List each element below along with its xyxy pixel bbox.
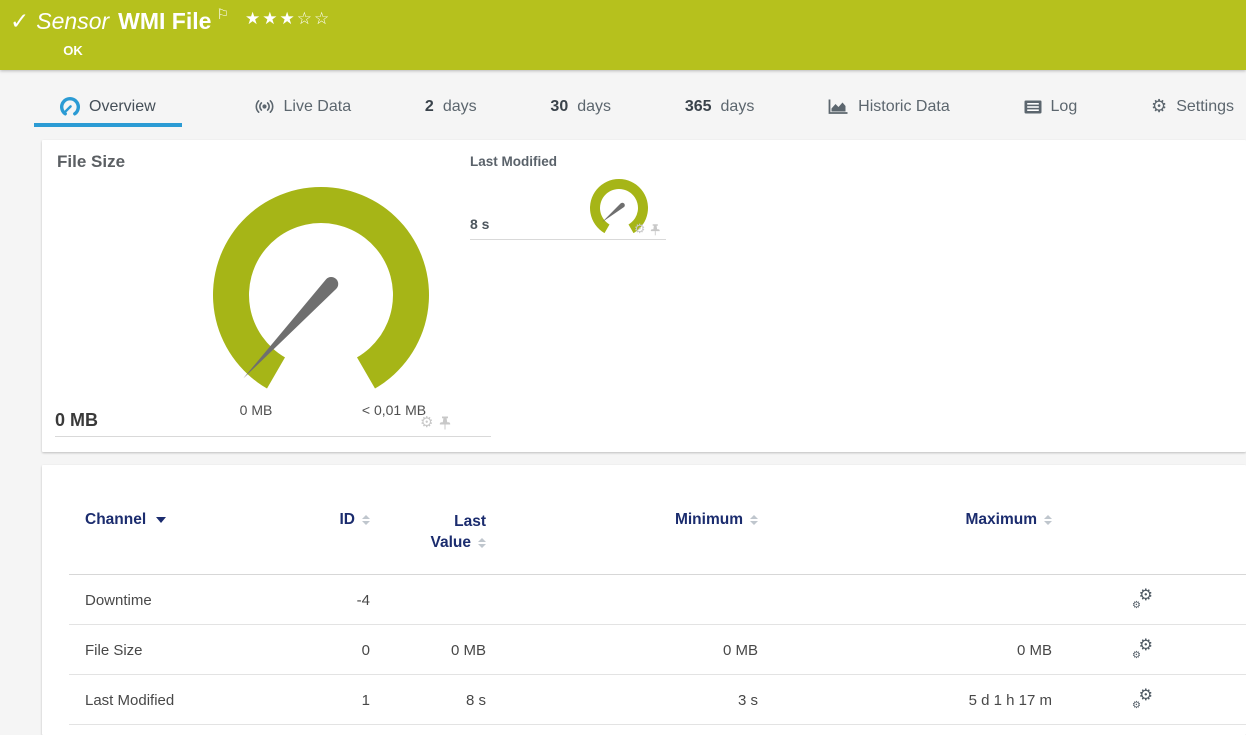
sort-icon[interactable] — [750, 515, 758, 525]
column-label: Minimum — [674, 511, 743, 528]
table-row-downtime: Downtime -4 ⚙ ⚙ — [42, 575, 1246, 625]
channel-minimum: 3 s — [737, 691, 758, 709]
gauges-card: File Size 0 MB < 0,01 MB 0 MB ⚙ Last Mod… — [42, 140, 1246, 452]
tab-historic-data[interactable]: Historic Data — [826, 90, 952, 127]
tab-label: Settings — [1176, 97, 1234, 115]
channel-id: 0 — [361, 641, 370, 659]
sensor-status-badge: OK — [63, 43, 83, 58]
tab-number: 30 — [550, 97, 569, 115]
tab-bar: Overview Live Data 2 days 30 days 365 da… — [0, 70, 1246, 127]
gear-icon[interactable]: ⚙ — [634, 223, 645, 236]
tab-label: days — [720, 97, 755, 115]
tab-log[interactable]: Log — [1022, 90, 1080, 127]
channel-name: Last Modified — [85, 691, 175, 709]
tab-label: Historic Data — [858, 97, 950, 115]
table-row-last-modified: Last Modified 1 8 s 3 s 5 d 1 h 17 m ⚙ ⚙ — [42, 675, 1246, 725]
sensor-kind-label: Sensor — [36, 8, 110, 34]
gauge-needle — [243, 276, 339, 379]
channel-minimum: 0 MB — [722, 641, 758, 659]
channels-card: Channel ID Last Value Minimum Maximum Do… — [42, 465, 1246, 735]
channel-name: Downtime — [85, 591, 152, 609]
pin-icon[interactable] — [439, 416, 451, 430]
column-header-id[interactable]: ID — [292, 511, 372, 529]
tab-30-days[interactable]: 30 days — [548, 90, 613, 127]
table-row-file-size: File Size 0 0 MB 0 MB 0 MB ⚙ ⚙ — [42, 625, 1246, 675]
tab-settings[interactable]: ⚙ Settings — [1149, 90, 1236, 127]
pin-icon[interactable] — [651, 223, 661, 235]
flag-icon[interactable]: ⚐ — [216, 8, 229, 22]
sensor-title: WMI File — [118, 8, 212, 34]
column-label: Channel — [85, 511, 147, 528]
primary-gauge-title: File Size — [57, 152, 126, 171]
column-label: Maximum — [965, 511, 1038, 528]
column-header-last-value[interactable]: Last Value — [372, 511, 488, 553]
log-icon — [1024, 100, 1042, 114]
tab-number: 365 — [684, 97, 712, 115]
column-label: ID — [339, 511, 356, 528]
secondary-gauge-value: 8 s — [470, 216, 490, 232]
tab-live-data[interactable]: Live Data — [252, 90, 354, 127]
channel-settings-gears-icon[interactable]: ⚙ ⚙ — [1131, 587, 1153, 611]
sort-icon[interactable] — [362, 515, 370, 525]
column-header-channel[interactable]: Channel — [42, 511, 292, 529]
gauge-needle — [602, 202, 625, 223]
stars-filled[interactable]: ★★★ — [245, 9, 297, 29]
primary-gauge-value: 0 MB — [55, 410, 99, 430]
channel-id: 1 — [361, 691, 370, 709]
channel-id: -4 — [356, 591, 370, 609]
tab-label: days — [442, 97, 477, 115]
tab-365-days[interactable]: 365 days — [683, 90, 757, 127]
channel-name: File Size — [85, 641, 143, 659]
column-label: Value — [430, 534, 472, 551]
area-chart-icon — [828, 98, 849, 115]
channel-last-value: 8 s — [465, 691, 486, 709]
tab-label: Live Data — [283, 97, 352, 115]
channel-table-header: Channel ID Last Value Minimum Maximum — [42, 465, 1246, 575]
ok-check-icon: ✓ — [10, 9, 30, 35]
channel-last-value: 0 MB — [450, 641, 486, 659]
priority-stars[interactable]: ★★★☆☆ — [245, 5, 331, 33]
sort-icon[interactable] — [478, 537, 486, 548]
tab-label: Log — [1050, 97, 1078, 115]
sort-icon[interactable] — [1044, 515, 1052, 525]
file-size-gauge[interactable] — [201, 175, 441, 415]
secondary-gauge-actions: ⚙ — [634, 223, 661, 236]
channel-maximum: 0 MB — [1016, 641, 1052, 659]
tab-overview[interactable]: Overview — [34, 90, 182, 127]
stars-empty[interactable]: ☆☆ — [297, 9, 331, 29]
primary-gauge-actions: ⚙ — [420, 415, 451, 430]
tab-number: 2 — [424, 97, 434, 115]
tab-label: Overview — [89, 97, 156, 115]
module-divider — [470, 239, 666, 240]
channel-settings-gears-icon[interactable]: ⚙ ⚙ — [1131, 687, 1153, 711]
column-label: Last — [454, 513, 486, 530]
sensor-header: ✓ Sensor WMI File ⚐ ★★★☆☆ OK — [0, 0, 1246, 70]
tab-2-days[interactable]: 2 days — [423, 90, 479, 127]
gear-icon[interactable]: ⚙ — [420, 415, 433, 430]
module-divider — [55, 436, 491, 437]
prtg-sensor-page: ✓ Sensor WMI File ⚐ ★★★☆☆ OK Overview Li… — [0, 0, 1246, 735]
secondary-gauge-title: Last Modified — [470, 154, 557, 169]
broadcast-icon — [254, 99, 275, 114]
sensor-titles: Sensor WMI File ⚐ ★★★☆☆ OK — [36, 7, 331, 58]
gear-icon: ⚙ — [1151, 95, 1168, 117]
gauge-icon — [60, 96, 80, 117]
column-header-maximum[interactable]: Maximum — [760, 511, 1054, 529]
channel-maximum: 5 d 1 h 17 m — [968, 691, 1052, 709]
column-header-minimum[interactable]: Minimum — [488, 511, 760, 529]
channel-settings-gears-icon[interactable]: ⚙ ⚙ — [1131, 637, 1153, 661]
tab-label: days — [577, 97, 612, 115]
gauge-scale-min: 0 MB — [239, 402, 273, 418]
gauge-scale-max: < 0,01 MB — [361, 402, 427, 418]
sort-caret-icon[interactable] — [156, 517, 167, 523]
